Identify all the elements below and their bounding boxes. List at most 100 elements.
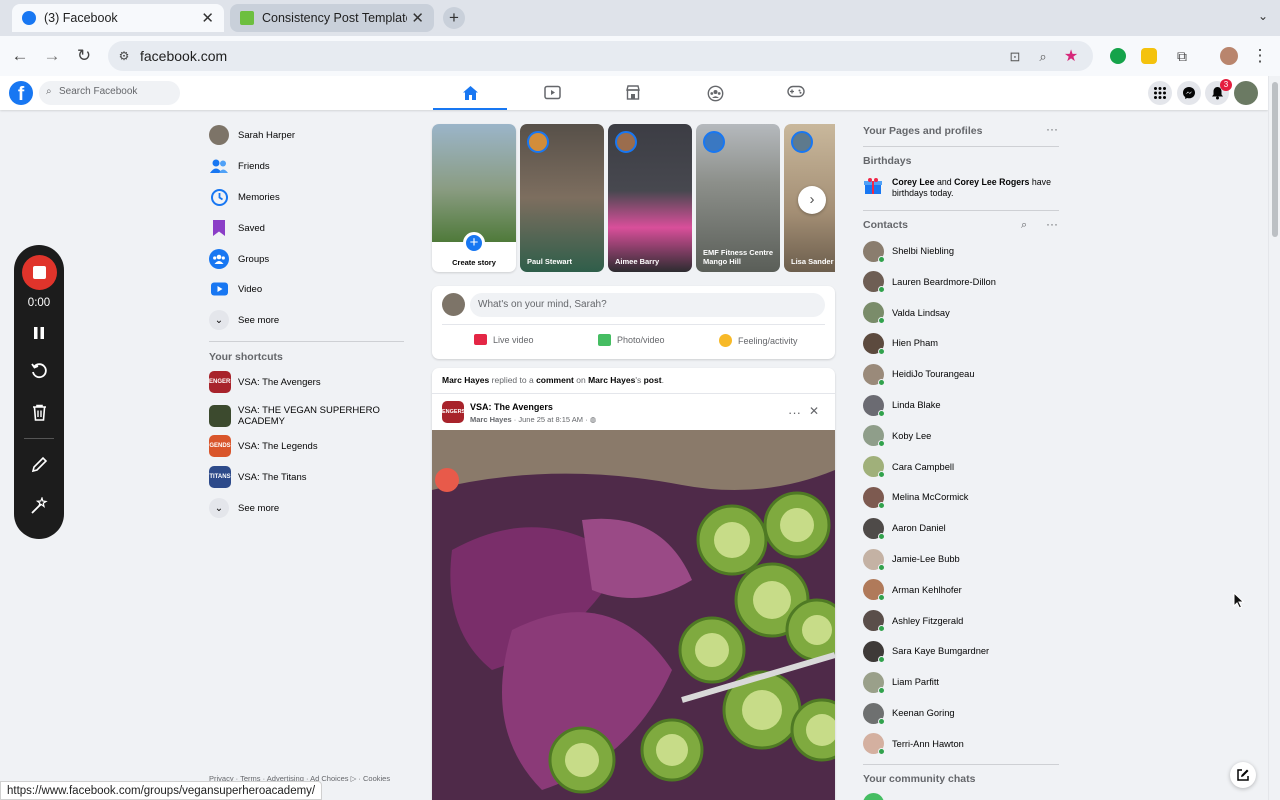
browser-menu-icon[interactable]: ⋮ — [1250, 46, 1270, 66]
page-scrollbar[interactable] — [1268, 76, 1280, 800]
back-icon[interactable]: ← — [10, 46, 30, 66]
post-link[interactable]: post — [644, 375, 662, 385]
contact-item[interactable]: Keenan Goring — [863, 701, 955, 725]
tab-consistency-templates[interactable]: Consistency Post Templates ✕ — [230, 4, 434, 32]
comment-link[interactable]: comment — [536, 375, 574, 385]
contact-item[interactable]: Ashley Fitzgerald — [863, 609, 963, 633]
contacts-search-icon[interactable]: ⌕ — [1021, 219, 1027, 232]
tab-groups[interactable] — [678, 76, 752, 110]
contact-item[interactable]: Aaron Daniel — [863, 516, 946, 540]
tab-search-chevron-icon[interactable]: ⌄ — [1258, 9, 1268, 23]
new-tab-button[interactable]: + — [443, 7, 465, 29]
story-card[interactable]: Paul Stewart — [520, 124, 604, 272]
new-message-button[interactable] — [1230, 762, 1256, 788]
contact-name: Terri-Ann Hawton — [892, 738, 964, 749]
author-name[interactable]: Marc Hayes — [470, 415, 512, 424]
contact-item[interactable]: Arman Kehlhofer — [863, 578, 962, 602]
shortcut-item[interactable]: TITANS VSA: The Titans — [209, 465, 306, 489]
shortcut-item[interactable]: ENGERS VSA: The Avengers — [209, 370, 321, 394]
see-more-button[interactable]: ⌄ See more — [209, 308, 279, 332]
menu-grid-button[interactable] — [1148, 81, 1172, 105]
pause-button[interactable] — [27, 321, 51, 345]
tab-gaming[interactable] — [759, 76, 833, 110]
chevron-down-icon: ⌄ — [209, 498, 229, 518]
sidebar-item-video[interactable]: Video — [209, 277, 262, 301]
forward-icon[interactable]: → — [42, 46, 62, 66]
shortcuts-see-more-button[interactable]: ⌄ See more — [209, 496, 279, 520]
sidebar-item-memories[interactable]: Memories — [209, 185, 280, 209]
stop-recording-button[interactable] — [22, 255, 57, 290]
actor-name[interactable]: Marc Hayes — [442, 375, 489, 385]
composer-input[interactable]: What's on your mind, Sarah? — [470, 293, 825, 317]
sidebar-item-profile[interactable]: Sarah Harper — [209, 123, 295, 147]
sidebar-item-groups[interactable]: Groups — [209, 247, 269, 271]
contact-item[interactable]: Linda Blake — [863, 393, 941, 417]
contact-name: Arman Kehlhofer — [892, 584, 962, 595]
tab-video[interactable] — [515, 76, 589, 110]
notes-extension-icon[interactable] — [1141, 48, 1157, 64]
group-name[interactable]: VSA: The Avengers — [470, 402, 553, 412]
zoom-icon[interactable]: ⌕ — [1034, 48, 1052, 66]
profile-avatar-icon[interactable] — [1220, 47, 1238, 65]
contact-item[interactable]: Melina McCormick — [863, 485, 968, 509]
group-avatar[interactable]: ENGERS — [442, 401, 464, 423]
address-bar[interactable]: ⚙ facebook.com ⊡ ⌕ ★ — [108, 41, 1093, 71]
tab-home[interactable] — [433, 76, 507, 110]
owner-name[interactable]: Marc Hayes — [588, 375, 635, 385]
contact-item[interactable]: Koby Lee — [863, 424, 931, 448]
extensions-puzzle-icon[interactable]: ⧉ — [1172, 46, 1192, 66]
contact-item[interactable]: Liam Parfitt — [863, 670, 939, 694]
shortcut-label: VSA: The Legends — [238, 440, 318, 452]
story-card[interactable]: Aimee Barry — [608, 124, 692, 272]
contact-item[interactable]: Valda Lindsay — [863, 301, 950, 325]
close-tab-icon[interactable]: ✕ — [201, 9, 214, 27]
tab-facebook[interactable]: (3) Facebook ✕ — [12, 4, 224, 32]
effects-button[interactable] — [27, 494, 51, 518]
contact-item[interactable]: Lauren Beardmore-Dillon — [863, 270, 996, 294]
grammarly-extension-icon[interactable] — [1110, 48, 1126, 64]
reload-icon[interactable]: ↻ — [74, 46, 94, 66]
feeling-activity-button[interactable]: Feeling/activity — [719, 334, 798, 347]
delete-recording-button[interactable] — [27, 401, 51, 425]
contact-item[interactable]: Cara Campbell — [863, 455, 954, 479]
contact-item[interactable]: HeidiJo Tourangeau — [863, 362, 975, 386]
post-date[interactable]: June 25 at 8:15 AM — [518, 415, 583, 424]
contact-item[interactable]: Hien Pham — [863, 331, 938, 355]
tab-marketplace[interactable] — [596, 76, 670, 110]
messenger-button[interactable] — [1177, 81, 1201, 105]
post-photo[interactable] — [432, 430, 835, 800]
contact-item[interactable]: Terri-Ann Hawton — [863, 732, 964, 756]
close-tab-icon[interactable]: ✕ — [411, 9, 424, 27]
contacts-more-icon[interactable]: ··· — [1046, 217, 1058, 231]
contact-avatar — [863, 671, 885, 694]
close-icon[interactable]: ✕ — [809, 404, 819, 418]
facebook-logo-icon[interactable]: f — [9, 81, 33, 105]
scrollbar-thumb[interactable] — [1272, 82, 1278, 237]
community-chat-avatar[interactable] — [863, 793, 884, 800]
search-input[interactable]: ⌕ Search Facebook — [39, 81, 180, 105]
contact-item[interactable]: Shelbi Niebling — [863, 239, 954, 263]
online-status-dot — [878, 655, 885, 663]
live-video-button[interactable]: Live video — [474, 334, 534, 345]
bookmark-star-icon[interactable]: ★ — [1062, 48, 1080, 66]
site-settings-icon[interactable]: ⚙ — [116, 48, 132, 64]
sidebar-item-saved[interactable]: Saved — [209, 216, 265, 240]
install-app-icon[interactable]: ⊡ — [1006, 48, 1024, 66]
account-avatar[interactable] — [1234, 81, 1258, 105]
create-story-card[interactable]: + Create story — [432, 124, 516, 272]
more-options-icon[interactable]: ··· — [788, 405, 801, 420]
shortcut-item[interactable]: GENDS VSA: The Legends — [209, 434, 318, 458]
restart-button[interactable] — [27, 359, 51, 383]
draw-button[interactable] — [27, 453, 51, 477]
photo-video-button[interactable]: Photo/video — [598, 334, 665, 346]
contact-item[interactable]: Sara Kaye Bumgardner — [863, 639, 989, 663]
contact-item[interactable]: Jamie-Lee Bubb — [863, 547, 960, 571]
birthday-text[interactable]: Corey Lee and Corey Lee Rogers have birt… — [892, 177, 1062, 199]
shortcut-item[interactable]: VSA: THE VEGAN SUPERHERO ACADEMY — [209, 402, 399, 430]
sidebar-item-friends[interactable]: Friends — [209, 154, 270, 178]
contact-name: Ashley Fitzgerald — [892, 615, 964, 626]
pages-more-icon[interactable]: ··· — [1046, 122, 1058, 136]
stories-next-button[interactable]: › — [798, 186, 826, 214]
story-card[interactable]: EMF Fitness Centre Mango Hill — [696, 124, 780, 272]
search-icon: ⌕ — [46, 86, 52, 97]
